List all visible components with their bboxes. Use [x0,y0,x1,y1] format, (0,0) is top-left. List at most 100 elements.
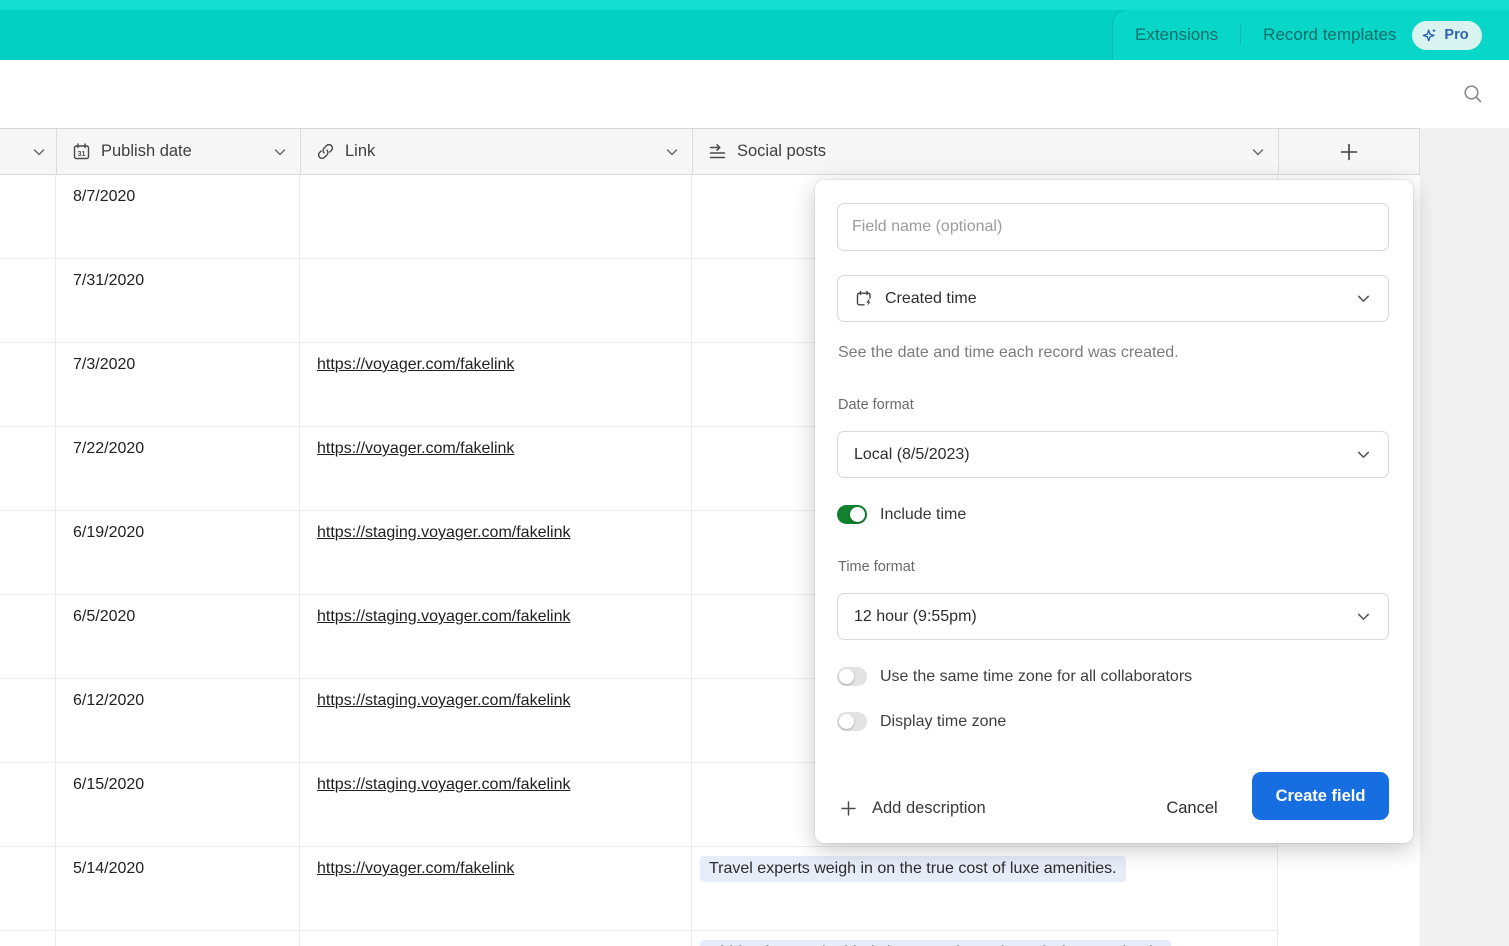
row-handle-cell[interactable] [0,511,56,594]
long-text-icon [708,142,727,161]
link-cell[interactable] [300,259,692,342]
column-label: Social posts [737,142,826,161]
field-type-select[interactable]: Created time [837,275,1389,322]
include-time-label: Include time [880,506,966,524]
chevron-down-icon[interactable] [31,144,47,160]
column-header-social-posts[interactable]: Social posts [692,129,1278,174]
publish-date-cell[interactable]: 7/3/2020 [56,343,300,426]
social-post-chip[interactable]: Hidden fees and added charges: what to k… [700,940,1171,946]
row-handle-cell[interactable] [0,931,56,946]
cancel-button[interactable]: Cancel [1152,784,1232,832]
publish-date-value: 6/5/2020 [73,608,135,625]
link-cell[interactable]: https://staging.voyager.com/fakelink [300,679,692,762]
pro-badge[interactable]: Pro [1412,21,1481,50]
chevron-down-icon[interactable] [272,144,288,160]
publish-date-cell[interactable]: 7/22/2020 [56,427,300,510]
column-header-publish-date[interactable]: 31 Publish date [56,129,300,174]
create-field-button[interactable]: Create field [1252,772,1389,820]
link-cell[interactable]: https://voyager.com/fakelink [300,427,692,510]
chevron-down-icon[interactable] [664,144,680,160]
table-row: Hidden fees and added charges: what to k… [0,931,1278,946]
row-handle-cell[interactable] [0,343,56,426]
link-value[interactable]: https://staging.voyager.com/fakelink [317,692,570,709]
field-name-input[interactable] [837,203,1389,251]
toggle-knob [850,507,865,522]
publish-date-value: 6/19/2020 [73,524,144,541]
row-handle-cell[interactable] [0,763,56,846]
extensions-link[interactable]: Extensions [1135,25,1218,45]
same-timezone-label: Use the same time zone for all collabora… [880,668,1192,686]
publish-date-cell[interactable]: 6/19/2020 [56,511,300,594]
right-gutter [1420,128,1509,946]
link-cell[interactable]: https://staging.voyager.com/fakelink [300,595,692,678]
sparkle-icon [1422,27,1438,43]
chevron-down-icon[interactable] [1250,144,1266,160]
create-field-dialog: Created time See the date and time each … [815,180,1413,843]
search-icon [1462,83,1484,105]
display-timezone-label: Display time zone [880,713,1006,731]
link-value[interactable]: https://voyager.com/fakelink [317,356,514,373]
publish-date-value: 7/3/2020 [73,356,135,373]
add-description-button[interactable]: Add description [839,784,986,832]
include-time-toggle[interactable] [837,505,867,524]
column-header-previous[interactable] [0,129,56,174]
link-cell[interactable]: https://voyager.com/fakelink [300,847,692,930]
row-handle-cell[interactable] [0,847,56,930]
row-handle-cell[interactable] [0,595,56,678]
top-bar-highlight-strip [0,0,1509,10]
svg-text:31: 31 [78,151,86,158]
display-timezone-toggle[interactable] [837,712,867,731]
calendar-bolt-icon [854,289,874,309]
link-value[interactable]: https://staging.voyager.com/fakelink [317,776,570,793]
record-templates-link[interactable]: Record templates [1263,25,1396,45]
time-format-value: 12 hour (9:55pm) [854,608,977,626]
social-posts-cell[interactable]: Hidden fees and added charges: what to k… [692,931,1278,946]
include-time-row: Include time [837,505,966,524]
link-value[interactable]: https://staging.voyager.com/fakelink [317,524,570,541]
row-handle-cell[interactable] [0,175,56,258]
publish-date-cell[interactable]: 6/5/2020 [56,595,300,678]
search-button[interactable] [1461,82,1485,106]
publish-date-cell[interactable]: 7/31/2020 [56,259,300,342]
column-label: Link [345,142,375,161]
publish-date-cell[interactable] [56,931,300,946]
table-header-row: 31 Publish date Link Social posts [0,128,1420,175]
time-format-select[interactable]: 12 hour (9:55pm) [837,593,1389,640]
publish-date-cell[interactable]: 6/15/2020 [56,763,300,846]
social-posts-cell[interactable]: Travel experts weigh in on the true cost… [692,847,1278,930]
row-handle-cell[interactable] [0,259,56,342]
publish-date-value: 6/15/2020 [73,776,144,793]
plus-icon [839,799,858,818]
same-timezone-toggle[interactable] [837,667,867,686]
publish-date-value: 7/31/2020 [73,272,144,289]
display-timezone-row: Display time zone [837,712,1006,731]
field-type-value: Created time [885,290,977,308]
chevron-down-icon [1355,290,1372,307]
link-cell[interactable]: https://staging.voyager.com/fakelink [300,763,692,846]
link-value[interactable]: https://staging.voyager.com/fakelink [317,608,570,625]
toggle-knob [839,714,854,729]
link-value[interactable]: https://voyager.com/fakelink [317,860,514,877]
same-timezone-row: Use the same time zone for all collabora… [837,667,1192,686]
publish-date-value: 8/7/2020 [73,188,135,205]
top-app-bar: Extensions Record templates Pro [0,0,1509,60]
date-format-select[interactable]: Local (8/5/2023) [837,431,1389,478]
toggle-knob [839,669,854,684]
link-cell[interactable]: https://staging.voyager.com/fakelink [300,511,692,594]
publish-date-value: 7/22/2020 [73,440,144,457]
link-cell[interactable] [300,931,692,946]
link-icon [316,142,335,161]
view-toolbar [0,60,1509,128]
link-value[interactable]: https://voyager.com/fakelink [317,440,514,457]
add-description-label: Add description [872,799,986,818]
social-post-chip[interactable]: Travel experts weigh in on the true cost… [700,856,1126,882]
publish-date-cell[interactable]: 6/12/2020 [56,679,300,762]
link-cell[interactable] [300,175,692,258]
link-cell[interactable]: https://voyager.com/fakelink [300,343,692,426]
publish-date-cell[interactable]: 5/14/2020 [56,847,300,930]
row-handle-cell[interactable] [0,427,56,510]
column-header-link[interactable]: Link [300,129,692,174]
publish-date-cell[interactable]: 8/7/2020 [56,175,300,258]
row-handle-cell[interactable] [0,679,56,762]
add-field-button[interactable] [1278,129,1420,174]
